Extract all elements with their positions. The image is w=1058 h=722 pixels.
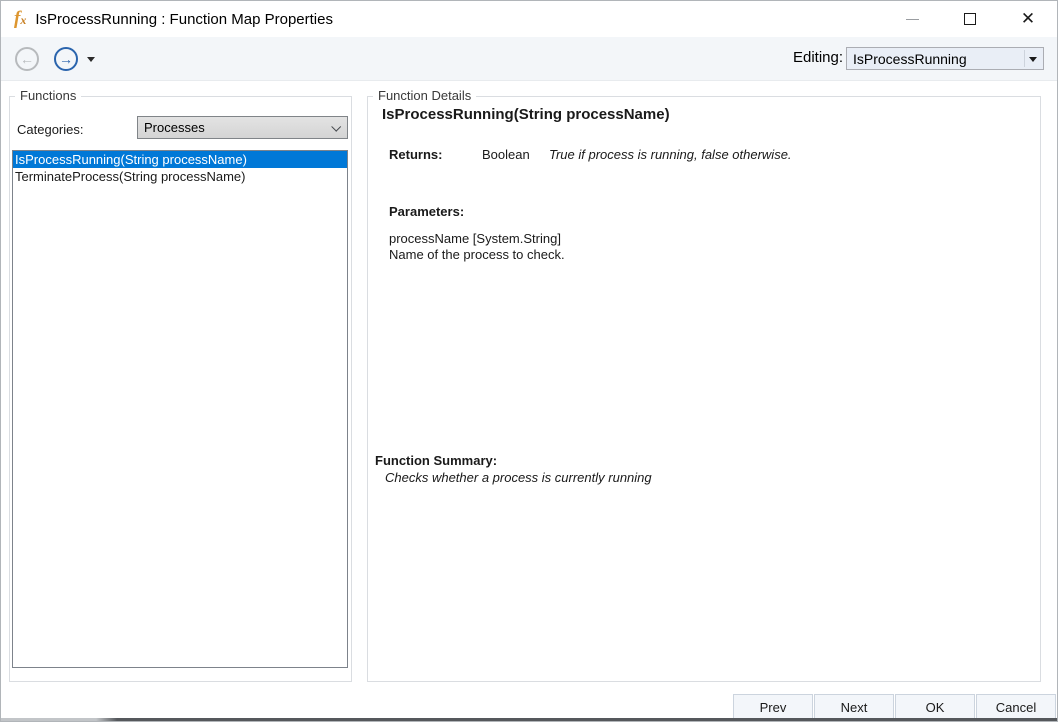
- editing-function-value: IsProcessRunning: [853, 50, 967, 67]
- forward-dropdown-caret-icon[interactable]: [87, 57, 95, 62]
- function-summary-label: Function Summary:: [375, 453, 498, 468]
- window-title: IsProcessRunning : Function Map Properti…: [35, 10, 333, 28]
- returns-label: Returns:: [389, 147, 443, 162]
- maximize-icon: [964, 13, 976, 25]
- returns-type: Boolean: [482, 147, 530, 162]
- editing-label: Editing:: [793, 49, 844, 66]
- function-summary-text: Checks whether a process is currently ru…: [385, 470, 652, 485]
- functions-groupbox-title: Functions: [15, 88, 82, 103]
- dropdown-separator: [1024, 50, 1025, 67]
- close-icon: ✕: [1020, 8, 1036, 29]
- list-item-terminateprocess[interactable]: TerminateProcess(String processName): [13, 168, 347, 185]
- function-signature: IsProcessRunning(String processName): [382, 106, 670, 123]
- editing-function-dropdown[interactable]: IsProcessRunning: [846, 47, 1044, 70]
- ok-button[interactable]: OK: [895, 694, 975, 720]
- minimize-button[interactable]: [883, 1, 941, 37]
- parameter-description: Name of the process to check.: [389, 247, 565, 262]
- maximize-button[interactable]: [941, 1, 999, 37]
- function-map-properties-window: fx IsProcessRunning : Function Map Prope…: [0, 0, 1058, 722]
- cancel-button[interactable]: Cancel: [976, 694, 1056, 720]
- parameters-label: Parameters:: [389, 204, 465, 219]
- footer-button-row: Prev Next OK Cancel: [732, 694, 1056, 720]
- function-details-groupbox: Function Details IsProcessRunning(String…: [367, 88, 1041, 682]
- functions-groupbox: Functions Categories: Processes IsProces…: [9, 88, 352, 682]
- minimize-icon: [905, 18, 919, 20]
- fx-icon: fx: [14, 7, 27, 29]
- returns-description: True if process is running, false otherw…: [549, 147, 792, 162]
- next-button[interactable]: Next: [814, 694, 894, 720]
- title-bar: fx IsProcessRunning : Function Map Prope…: [1, 1, 1057, 37]
- categories-value: Processes: [144, 120, 205, 135]
- categories-label: Categories:: [17, 122, 84, 137]
- categories-dropdown[interactable]: Processes: [137, 116, 348, 139]
- functions-listbox: IsProcessRunning(String processName) Ter…: [12, 150, 348, 668]
- parameter-name: processName [System.String]: [389, 231, 561, 246]
- back-button[interactable]: ←: [15, 47, 39, 71]
- forward-arrow-icon: →: [59, 51, 73, 67]
- function-details-groupbox-title: Function Details: [373, 88, 477, 103]
- prev-button[interactable]: Prev: [733, 694, 813, 720]
- list-item-isprocessrunning[interactable]: IsProcessRunning(String processName): [13, 151, 347, 168]
- chevron-down-icon: [1029, 57, 1037, 62]
- chevron-down-icon: [331, 121, 342, 132]
- window-controls: ✕: [883, 1, 1057, 37]
- toolbar: ← → Editing: IsProcessRunning: [1, 37, 1057, 81]
- back-arrow-icon: ←: [20, 51, 34, 67]
- close-button[interactable]: ✕: [999, 1, 1057, 37]
- window-bottom-edge: [1, 718, 1057, 721]
- forward-button[interactable]: →: [54, 47, 78, 71]
